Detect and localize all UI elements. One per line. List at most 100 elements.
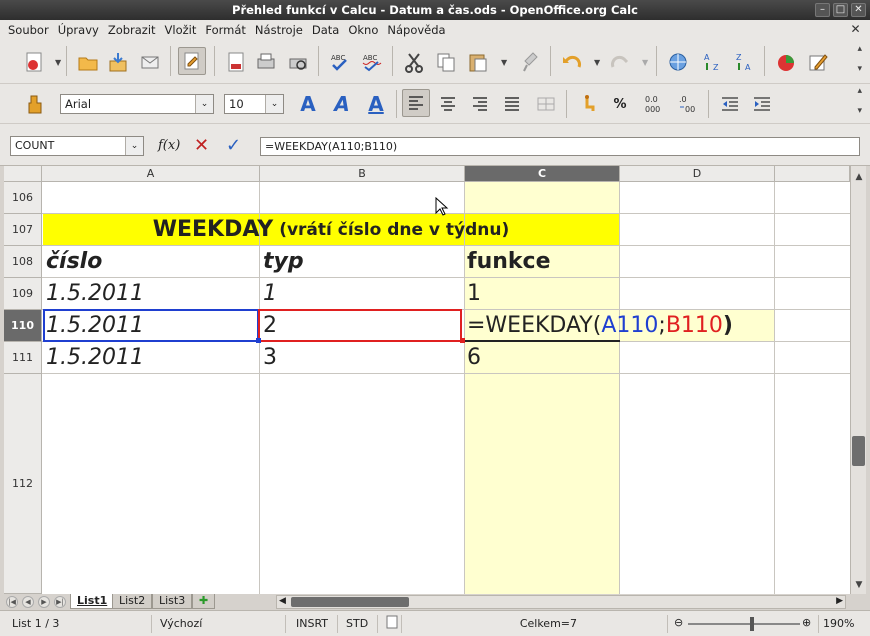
document-close-icon[interactable]: ✕ (849, 23, 862, 36)
hyperlink-icon[interactable] (664, 48, 692, 76)
menu-okno[interactable]: Okno (344, 23, 382, 37)
open-folder-icon[interactable] (74, 48, 102, 76)
row-header-111[interactable]: 111 (4, 342, 42, 374)
vertical-scrollbar[interactable]: ▲ ▼ (850, 166, 866, 594)
tab-list2[interactable]: List2 (112, 594, 153, 609)
underline-icon[interactable]: A (362, 90, 390, 118)
select-all-corner[interactable] (4, 166, 42, 182)
formula-input[interactable]: =WEEKDAY(A110;B110) (260, 137, 860, 156)
clone-formatting-icon[interactable] (518, 48, 546, 76)
menu-data[interactable]: Data (308, 23, 343, 37)
new-document-icon[interactable] (20, 48, 48, 76)
align-justify-icon[interactable] (498, 90, 526, 118)
redo-dropdown-icon[interactable]: ▼ (642, 58, 648, 67)
chevron-down-icon[interactable]: ⌄ (125, 137, 143, 155)
autospellcheck-icon[interactable]: ABC (358, 48, 386, 76)
menu-zobrazit[interactable]: Zobrazit (104, 23, 160, 37)
tab-list3[interactable]: List3 (152, 594, 193, 609)
undo-icon[interactable] (558, 48, 586, 76)
header-cislo[interactable]: číslo (46, 246, 102, 277)
new-dropdown-icon[interactable]: ▼ (55, 58, 61, 67)
maximize-icon[interactable]: □ (833, 3, 848, 17)
paste-icon[interactable] (464, 48, 492, 76)
last-sheet-icon[interactable]: ▶| (54, 596, 66, 608)
zoom-in-icon[interactable]: ⊕ (802, 616, 811, 629)
prev-sheet-icon[interactable]: ◀ (22, 596, 34, 608)
status-insert-mode[interactable]: INSRT (292, 615, 338, 633)
copy-icon[interactable] (432, 48, 460, 76)
cell-c110[interactable]: =WEEKDAY(A110; B110) (467, 310, 733, 341)
row-header-109[interactable]: 109 (4, 278, 42, 310)
column-header-d[interactable]: D (620, 166, 775, 182)
decrease-indent-icon[interactable] (716, 90, 744, 118)
menu-soubor[interactable]: Soubor (4, 23, 53, 37)
column-header-e[interactable] (775, 166, 850, 182)
align-center-icon[interactable] (434, 90, 462, 118)
insert-chart-icon[interactable] (772, 48, 800, 76)
cell-c109[interactable]: 1 (467, 278, 481, 309)
toolbar-overflow-icon[interactable]: ▴ ▾ (857, 44, 862, 74)
undo-dropdown-icon[interactable]: ▼ (594, 58, 600, 67)
number-format-currency-icon[interactable] (576, 90, 604, 118)
italic-icon[interactable]: A (328, 90, 356, 118)
spreadsheet-grid[interactable]: A B C D 106 107 108 109 110 111 112 WEEK… (4, 166, 850, 594)
menu-vlozit[interactable]: Vložit (161, 23, 201, 37)
column-header-c[interactable]: C (465, 166, 620, 182)
menu-format[interactable]: Formát (201, 23, 250, 37)
number-format-standard-icon[interactable]: 0.0 000 (640, 90, 668, 118)
merge-cells-icon[interactable] (532, 90, 560, 118)
scroll-up-icon[interactable]: ▲ (851, 170, 867, 184)
cell-a111[interactable]: 1.5.2011 (46, 342, 144, 373)
add-sheet-icon[interactable]: ✚ (192, 594, 216, 609)
close-icon[interactable]: ✕ (851, 3, 866, 17)
sort-descending-icon[interactable]: ZA (730, 48, 758, 76)
status-zoom[interactable]: 190% (818, 615, 866, 633)
cell-c111[interactable]: 6 (467, 342, 481, 373)
menu-napoveda[interactable]: Nápověda (383, 23, 449, 37)
show-draw-functions-icon[interactable] (804, 48, 832, 76)
number-format-percent-icon[interactable]: % (606, 90, 634, 118)
toolbar-overflow-icon[interactable]: ▴ ▾ (857, 86, 862, 116)
column-header-a[interactable]: A (42, 166, 260, 182)
row-header-107[interactable]: 107 (4, 214, 42, 246)
accept-icon[interactable]: ✓ (226, 136, 241, 156)
align-right-icon[interactable] (466, 90, 494, 118)
cancel-icon[interactable]: ✕ (194, 136, 209, 156)
menu-upravy[interactable]: Úpravy (54, 23, 103, 37)
cell-b110[interactable]: 2 (263, 310, 277, 341)
title-cell[interactable]: WEEKDAY (vrátí číslo dne v týdnu) (43, 214, 619, 245)
zoom-slider-thumb[interactable] (750, 617, 754, 631)
cell-b111[interactable]: 3 (263, 342, 277, 373)
name-box[interactable]: COUNT ⌄ (10, 136, 144, 156)
scroll-down-icon[interactable]: ▼ (851, 578, 867, 592)
spellcheck-icon[interactable]: ABC (326, 48, 354, 76)
function-wizard-icon[interactable]: f(x) (158, 136, 180, 156)
row-header-108[interactable]: 108 (4, 246, 42, 278)
vertical-scroll-thumb[interactable] (852, 436, 865, 466)
zoom-slider[interactable] (688, 623, 800, 625)
menu-nastroje[interactable]: Nástroje (251, 23, 307, 37)
paste-dropdown-icon[interactable]: ▼ (501, 58, 507, 67)
bold-icon[interactable]: A (294, 90, 322, 118)
minimize-icon[interactable]: – (815, 3, 830, 17)
cell-a110[interactable]: 1.5.2011 (46, 310, 144, 341)
first-sheet-icon[interactable]: |◀ (6, 596, 18, 608)
add-decimal-place-icon[interactable]: .0 00 (674, 90, 702, 118)
next-sheet-icon[interactable]: ▶ (38, 596, 50, 608)
export-pdf-icon[interactable] (222, 48, 250, 76)
print-icon[interactable] (252, 48, 280, 76)
save-icon[interactable] (104, 48, 132, 76)
cut-icon[interactable] (400, 48, 428, 76)
redo-icon[interactable] (606, 48, 634, 76)
status-page-style[interactable]: Výchozí (156, 615, 286, 633)
column-header-b[interactable]: B (260, 166, 465, 182)
tab-list1[interactable]: List1 (70, 594, 115, 609)
row-header-110[interactable]: 110 (4, 310, 42, 342)
sort-ascending-icon[interactable]: AZ (698, 48, 726, 76)
print-preview-icon[interactable] (284, 48, 312, 76)
align-left-icon[interactable] (402, 89, 430, 117)
email-icon[interactable] (136, 48, 164, 76)
horizontal-scroll-thumb[interactable] (291, 597, 409, 607)
row-header-112[interactable]: 112 (4, 374, 42, 594)
cell-b109[interactable]: 1 (263, 278, 277, 309)
